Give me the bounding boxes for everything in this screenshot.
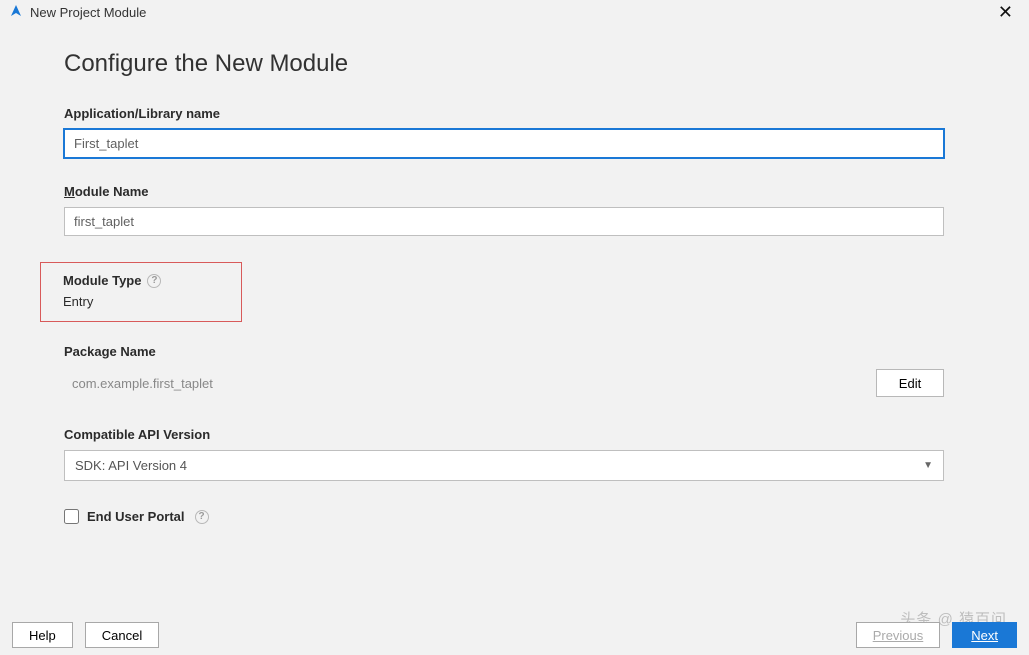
- help-button[interactable]: Help: [12, 622, 73, 648]
- api-version-select[interactable]: SDK: API Version 4 ▼: [64, 450, 944, 481]
- main-content: Configure the New Module Application/Lib…: [64, 50, 944, 524]
- help-icon[interactable]: ?: [195, 510, 209, 524]
- module-name-label: Module Name: [64, 184, 944, 199]
- field-module-name: Module Name: [64, 184, 944, 236]
- chevron-down-icon: ▼: [923, 460, 933, 471]
- footer-bar: Help Cancel Previous Next: [0, 615, 1029, 655]
- module-type-label: Module Type ?: [63, 273, 219, 288]
- cancel-button[interactable]: Cancel: [85, 622, 159, 648]
- next-button[interactable]: Next: [952, 622, 1017, 648]
- api-version-selected: SDK: API Version 4: [75, 458, 187, 473]
- field-end-user-portal: End User Portal ?: [64, 509, 944, 524]
- package-name-value: com.example.first_taplet: [64, 376, 213, 391]
- help-icon[interactable]: ?: [147, 274, 161, 288]
- package-name-label: Package Name: [64, 344, 944, 359]
- field-module-type: Module Type ? Entry: [40, 262, 242, 322]
- window-title: New Project Module: [30, 5, 146, 20]
- previous-button[interactable]: Previous: [856, 622, 941, 648]
- module-name-input[interactable]: [64, 207, 944, 236]
- field-api-version: Compatible API Version SDK: API Version …: [64, 427, 944, 481]
- module-type-value: Entry: [63, 294, 219, 309]
- end-user-portal-checkbox[interactable]: [64, 509, 79, 524]
- api-version-label: Compatible API Version: [64, 427, 944, 442]
- edit-package-button[interactable]: Edit: [876, 369, 944, 397]
- app-lib-name-label: Application/Library name: [64, 106, 944, 121]
- app-lib-name-input[interactable]: [64, 129, 944, 158]
- close-button[interactable]: ✕: [992, 2, 1019, 23]
- page-heading: Configure the New Module: [64, 50, 944, 78]
- field-application-library-name: Application/Library name: [64, 106, 944, 158]
- end-user-portal-label: End User Portal: [87, 509, 185, 524]
- title-bar: New Project Module: [0, 0, 1029, 22]
- field-package-name: Package Name com.example.first_taplet Ed…: [64, 344, 944, 397]
- app-logo-icon: [8, 5, 24, 21]
